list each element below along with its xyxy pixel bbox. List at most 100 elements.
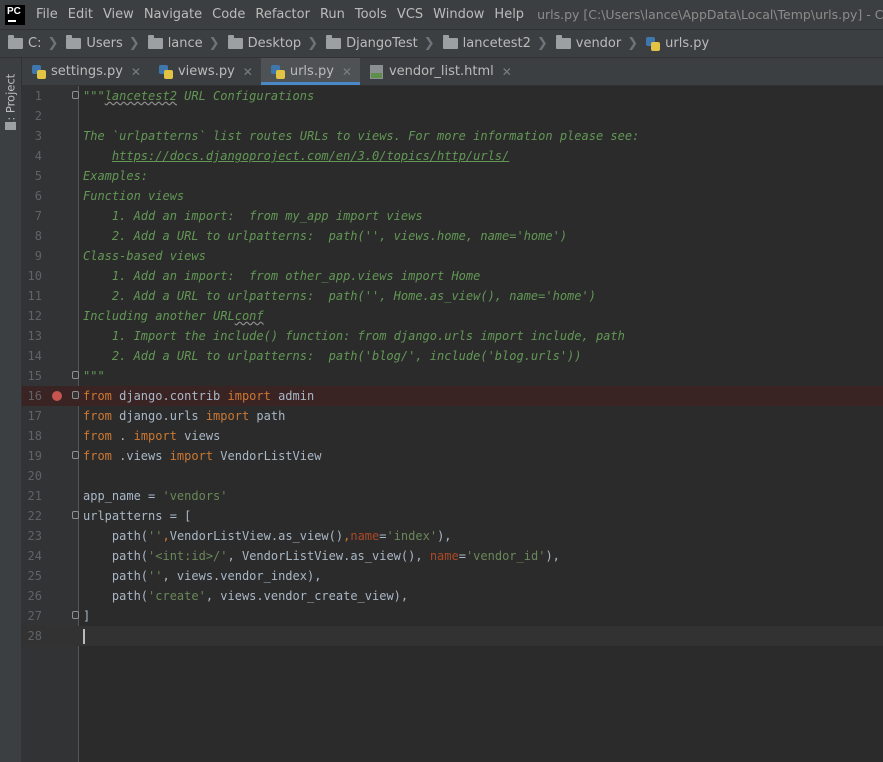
code-line[interactable]: 16 from django.contrib import admin <box>22 386 883 406</box>
menu-file[interactable]: File <box>33 7 65 22</box>
code-line[interactable]: 12 Including another URLconf <box>22 306 883 326</box>
code-token: , VendorListView.as_view(), <box>227 549 430 563</box>
chevron-right-icon: ❯ <box>208 36 220 51</box>
code-line[interactable]: 28 <box>22 626 883 646</box>
code-line[interactable]: 11 2. Add a URL to urlpatterns: path('',… <box>22 286 883 306</box>
breadcrumb-item[interactable]: DjangoTest ❯ <box>318 35 435 51</box>
code-line[interactable]: 13 1. Import the include() function: fro… <box>22 326 883 346</box>
breadcrumb-item[interactable]: Users ❯ <box>58 35 140 51</box>
menu-window[interactable]: Window <box>430 7 491 22</box>
tab-views-py[interactable]: views.py ✕ <box>149 58 261 85</box>
breadcrumb-label: Desktop <box>247 36 302 51</box>
menu-vcs[interactable]: VCS <box>394 7 430 22</box>
chevron-right-icon: ❯ <box>423 36 435 51</box>
menu-edit[interactable]: Edit <box>65 7 100 22</box>
code-token: from <box>83 429 112 443</box>
fold-marker-icon[interactable] <box>72 391 79 399</box>
breadcrumb-label: C: <box>28 36 42 51</box>
folder-icon <box>555 35 571 49</box>
code-line[interactable]: 22 urlpatterns = [ <box>22 506 883 526</box>
code-line[interactable]: 18 from . import views <box>22 426 883 446</box>
tab-label: urls.py <box>289 64 334 79</box>
code-token: '' <box>148 569 163 583</box>
chevron-right-icon: ❯ <box>536 36 548 51</box>
line-number: 3 <box>34 129 42 143</box>
fold-marker-icon[interactable] <box>72 371 79 379</box>
code-line[interactable]: 15 """ <box>22 366 883 386</box>
code-editor[interactable]: 1 """lancetest2 URL Configurations 2 3 The `… <box>22 86 883 762</box>
line-number: 14 <box>27 349 42 363</box>
line-number: 11 <box>27 289 42 303</box>
line-number: 9 <box>34 249 42 263</box>
code-line[interactable]: 20 <box>22 466 883 486</box>
tool-window-strip: 1: Project <box>0 58 22 762</box>
close-icon[interactable]: ✕ <box>502 65 512 79</box>
fold-marker-icon[interactable] <box>72 611 79 619</box>
code-line[interactable]: 19 from .views import VendorListView <box>22 446 883 466</box>
line-number: 21 <box>27 489 42 503</box>
menu-view[interactable]: View <box>100 7 141 22</box>
menu-help[interactable]: Help <box>491 7 531 22</box>
close-icon[interactable]: ✕ <box>243 65 253 79</box>
code-text: Class-based views <box>83 246 206 266</box>
close-icon[interactable]: ✕ <box>342 65 352 79</box>
menu-tools[interactable]: Tools <box>352 7 394 22</box>
python-file-icon <box>32 64 46 79</box>
code-line[interactable]: 24 path('<int:id>/', VendorListView.as_v… <box>22 546 883 566</box>
menu-code[interactable]: Code <box>209 7 252 22</box>
code-line[interactable]: 21 app_name = 'vendors' <box>22 486 883 506</box>
breadcrumb-label: DjangoTest <box>346 36 418 51</box>
breakpoint-icon[interactable] <box>52 391 62 401</box>
code-token: path( <box>83 529 149 543</box>
breadcrumb-item[interactable]: Desktop ❯ <box>220 35 318 51</box>
code-line[interactable]: 9 Class-based views <box>22 246 883 266</box>
window-title: urls.py [C:\Users\lance\AppData\Local\Te… <box>537 7 883 22</box>
code-line[interactable]: 25 path('', views.vendor_index), <box>22 566 883 586</box>
code-line[interactable]: 3 The `urlpatterns` list routes URLs to v… <box>22 126 883 146</box>
code-line[interactable]: 8 2. Add a URL to urlpatterns: path('', … <box>22 226 883 246</box>
code-line[interactable]: 1 """lancetest2 URL Configurations <box>22 86 883 106</box>
breadcrumb-item[interactable]: lancetest2 ❯ <box>435 35 548 51</box>
menu-refactor[interactable]: Refactor <box>252 7 317 22</box>
close-icon[interactable]: ✕ <box>131 65 141 79</box>
menu-run[interactable]: Run <box>317 7 352 22</box>
code-line[interactable]: 4 https://docs.djangoproject.com/en/3.0/… <box>22 146 883 166</box>
code-token: 'create' <box>148 589 206 603</box>
breadcrumb-item[interactable]: urls.py <box>638 36 709 51</box>
breadcrumb-item[interactable]: C: ❯ <box>0 35 58 51</box>
code-line[interactable]: 7 1. Add an import: from my_app import v… <box>22 206 883 226</box>
chevron-right-icon: ❯ <box>627 36 639 51</box>
tab-label: settings.py <box>51 64 123 79</box>
breadcrumb-item[interactable]: lance ❯ <box>140 35 220 51</box>
code-line[interactable]: 17 from django.urls import path <box>22 406 883 426</box>
menu-navigate[interactable]: Navigate <box>141 7 209 22</box>
code-line[interactable]: 6 Function views <box>22 186 883 206</box>
code-text: urlpatterns = [ <box>83 506 191 526</box>
line-number: 20 <box>27 469 42 483</box>
line-number: 5 <box>34 169 42 183</box>
line-number: 28 <box>27 629 42 643</box>
breadcrumb-label: lance <box>167 36 203 51</box>
code-text: app_name = 'vendors' <box>83 486 228 506</box>
code-line[interactable]: 26 path('create', views.vendor_create_vi… <box>22 586 883 606</box>
code-line[interactable]: 10 1. Add an import: from other_app.view… <box>22 266 883 286</box>
code-line[interactable]: 2 <box>22 106 883 126</box>
line-number: 10 <box>27 269 42 283</box>
tab-settings-py[interactable]: settings.py ✕ <box>22 58 149 85</box>
code-line[interactable]: 14 2. Add a URL to urlpatterns: path('bl… <box>22 346 883 366</box>
pycharm-logo-icon: PC <box>5 4 25 25</box>
line-number: 13 <box>27 329 42 343</box>
code-token: = <box>458 549 466 563</box>
code-line[interactable]: 5 Examples: <box>22 166 883 186</box>
code-text: """lancetest2 URL Configurations <box>83 86 314 106</box>
fold-marker-icon[interactable] <box>72 511 79 519</box>
code-line[interactable]: 23 path('',VendorListView.as_view(),name… <box>22 526 883 546</box>
code-token: Including another URL <box>83 309 235 323</box>
breadcrumb-item[interactable]: vendor ❯ <box>548 35 639 51</box>
fold-marker-icon[interactable] <box>72 91 79 99</box>
code-line[interactable]: 27] <box>22 606 883 626</box>
tab-urls-py[interactable]: urls.py ✕ <box>260 58 361 85</box>
fold-marker-icon[interactable] <box>72 451 79 459</box>
tab-vendor-list-html[interactable]: vendor_list.html ✕ <box>360 58 520 85</box>
